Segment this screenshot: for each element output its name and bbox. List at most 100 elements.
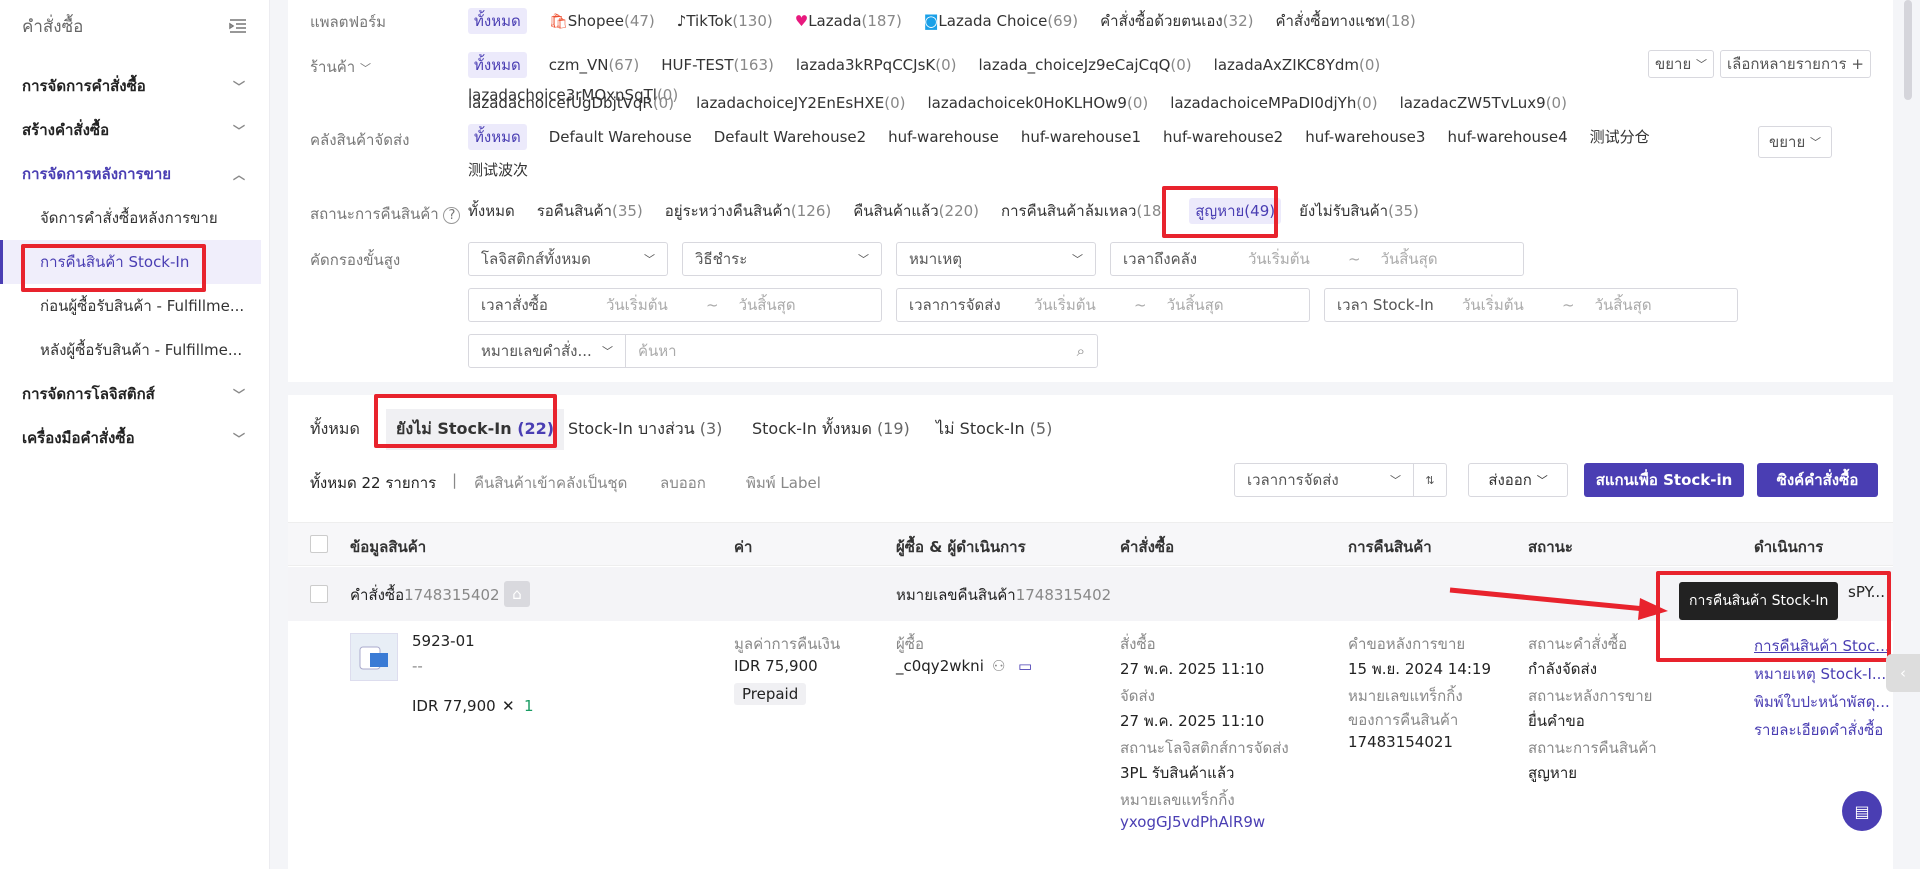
shop-option[interactable]: lazada3kRPqCCJsK(0) [796, 50, 957, 80]
shop-option[interactable]: lazada_choiceJz9eCajCqQ(0) [978, 50, 1191, 80]
chevron-down-icon: ﹀ [858, 253, 869, 266]
print-label-action[interactable]: พิมพ์ใบปะหน้าพัสดุ... [1754, 690, 1890, 714]
stockin-note-action[interactable]: หมายเหตุ Stock-I... [1754, 662, 1886, 686]
chat-support-icon[interactable]: ▤ [1842, 791, 1882, 831]
print-label-button[interactable]: พิมพ์ Label [746, 471, 821, 495]
chevron-down-icon: ﹀ [644, 253, 655, 266]
chat-icon[interactable]: ▭ [1018, 657, 1032, 675]
shop-option[interactable]: lazadachoiceMPaDI0djYh(0) [1170, 88, 1377, 118]
platform-option-shopee[interactable]: 🛍Shopee(47) [549, 6, 655, 36]
toolbar-divider: | [452, 471, 458, 489]
page-scrollbar[interactable] [1904, 0, 1912, 100]
shop-option[interactable]: czm_VN(67) [549, 50, 640, 80]
platform-option-lazada[interactable]: ♥Lazada(187) [795, 6, 902, 36]
arrival-date-range[interactable]: เวลาถึงคลัง วันเริ่มต้น ~ วันสิ้นสุด [1110, 242, 1524, 276]
row-checkbox[interactable] [310, 585, 328, 603]
warehouse-option[interactable]: Default Warehouse2 [714, 122, 866, 152]
reason-select[interactable]: หมาเหตุ ﹀ [896, 242, 1096, 276]
shop-label[interactable]: ร้านค้า ﹀ [310, 55, 371, 79]
warehouse-option-all[interactable]: ทั้งหมด [468, 124, 527, 150]
warehouse-expand-button[interactable]: ขยาย ﹀ [1758, 126, 1833, 158]
product-image [359, 646, 388, 670]
platform-option-chat[interactable]: คำสั่งซื้อทางแชท(18) [1275, 6, 1415, 36]
shop-option[interactable]: lazadacZW5TvLux9(0) [1400, 88, 1567, 118]
warehouse-option[interactable]: Default Warehouse [549, 122, 692, 152]
sidebar: คำสั่งซื้อ การจัดการคำสั่งซื้อ ﹀ สร้างคำส… [0, 0, 270, 869]
bundle-stockin-button[interactable]: คืนสินค้าเข้าคลังเป็นชุด [474, 471, 627, 495]
sidebar-group-order-tools[interactable]: เครื่องมือคำสั่งซื้อ ﹀ [0, 416, 269, 460]
platform-option-tiktok[interactable]: ♪TikTok(130) [677, 6, 773, 36]
sidebar-group-logistics[interactable]: การจัดการโลจิสติกส์ ﹀ [0, 372, 269, 416]
shop-options-row2: lazadachoicefUgDbjtVqR(0) lazadachoiceJY… [468, 88, 1589, 118]
platform-option-lazada-choice[interactable]: ◙Lazada Choice(69) [924, 6, 1078, 36]
shop-option[interactable]: HUF-TEST(163) [661, 50, 774, 80]
shop-option[interactable]: lazadachoiceJY2EnEsHXE(0) [696, 88, 905, 118]
export-button[interactable]: ส่งออก ﹀ [1468, 463, 1568, 497]
tiktok-icon: ♪ [676, 12, 687, 30]
return-status-in-progress[interactable]: อยู่ระหว่างคืนสินค้า(126) [665, 196, 831, 226]
order-date-range[interactable]: เวลาสั่งซื้อ วันเริ่มต้น ~ วันสิ้นสุด [468, 288, 882, 322]
warehouse-option[interactable]: huf-warehouse2 [1163, 122, 1283, 152]
return-status-not-received[interactable]: ยังไม่รับสินค้า(35) [1299, 196, 1419, 226]
platform-option-all[interactable]: ทั้งหมด [468, 8, 527, 34]
warehouse-options-row2: 测试波次 [468, 155, 550, 185]
column-header: การคืนสินค้า [1348, 538, 1432, 556]
shop-option[interactable]: lazadachoicefUgDbjtVqR(0) [468, 88, 674, 118]
shipping-date-range[interactable]: เวลาการจัดส่ง วันเริ่มต้น ~ วันสิ้นสุด [896, 288, 1310, 322]
ordered-time: 27 พ.ค. 2025 11:10 [1120, 660, 1265, 678]
buyer-profile-icon[interactable]: ⚇ [992, 657, 1005, 675]
sort-select[interactable]: เวลาการจัดส่ง ﹀ [1234, 463, 1414, 497]
collapse-menu-icon[interactable] [229, 18, 247, 34]
warehouse-option[interactable]: 测试波次 [468, 155, 528, 185]
delete-button[interactable]: ลบออก [660, 471, 706, 495]
search-icon[interactable]: ⌕ [1077, 342, 1085, 360]
search-type-select[interactable]: หมายเลขคำสั่ง... ﹀ [468, 334, 626, 368]
multi-select-button[interactable]: เลือกหลายรายการ + [1720, 50, 1871, 78]
warehouse-option[interactable]: huf-warehouse [888, 122, 999, 152]
tab-no-stock-in[interactable]: ไม่ Stock-In (5) [936, 417, 1052, 442]
shipped-label: จัดส่ง [1120, 687, 1156, 705]
tab-partial-stock-in[interactable]: Stock-In บางส่วน (3) [568, 417, 722, 442]
payment-select[interactable]: วิธีชำระ ﹀ [682, 242, 882, 276]
order-details-action[interactable]: รายละเอียดคำสั่งซื้อ [1754, 718, 1883, 742]
sidebar-header: คำสั่งซื้อ [0, 0, 269, 52]
shopee-icon: 🛍 [548, 12, 568, 30]
sidebar-group-after-sales[interactable]: การจัดการหลังการขาย ︿ [0, 152, 269, 196]
tab-all[interactable]: ทั้งหมด [310, 417, 360, 442]
sidebar-item-after-receipt[interactable]: หลังผู้ซื้อรับสินค้า - Fulfillme... [0, 328, 269, 372]
return-status-returned[interactable]: คืนสินค้าแล้ว(220) [853, 196, 979, 226]
shop-option-all[interactable]: ทั้งหมด [468, 52, 527, 78]
chevron-down-icon: ﹀ [602, 345, 613, 358]
warehouse-option[interactable]: huf-warehouse4 [1447, 122, 1567, 152]
warehouse-option[interactable]: huf-warehouse3 [1305, 122, 1425, 152]
scan-stockin-button[interactable]: สแกนเพื่อ Stock-in [1584, 463, 1744, 497]
stockin-date-range[interactable]: เวลา Stock-In วันเริ่มต้น ~ วันสิ้นสุด [1324, 288, 1738, 322]
sort-order-icon[interactable]: ⇅ [1413, 463, 1447, 497]
filter-panel: แพลตฟอร์ม ทั้งหมด 🛍Shopee(47) ♪TikTok(13… [288, 0, 1893, 382]
shop-option[interactable]: lazadaAxZIKC8Ydm(0) [1214, 50, 1381, 80]
warehouse-option[interactable]: huf-warehouse1 [1021, 122, 1141, 152]
logistics-select[interactable]: โลจิสติกส์ทั้งหมด ﹀ [468, 242, 668, 276]
shop-option[interactable]: lazadachoicek0HoKLHOw9(0) [927, 88, 1148, 118]
chevron-down-icon: ﹀ [232, 79, 245, 94]
return-status-all[interactable]: ทั้งหมด [468, 196, 515, 226]
tracking-number-link[interactable]: yxogGJ5vdPhAlR9w [1120, 813, 1265, 831]
after-sales-status: ยื่นคำขอ [1528, 712, 1585, 730]
sync-orders-button[interactable]: ซิงค์คำสั่งซื้อ [1757, 463, 1878, 497]
return-status-label: สถานะการคืนสินค้า ? [310, 202, 461, 226]
search-input[interactable]: ค้นหา ⌕ [625, 334, 1098, 368]
sidebar-group-create-order[interactable]: สร้างคำสั่งซื้อ ﹀ [0, 108, 269, 152]
collapse-side-panel-icon[interactable]: ‹ [1886, 654, 1920, 692]
chevron-down-icon: ﹀ [232, 431, 245, 446]
platform-option-manual[interactable]: คำสั่งซื้อด้วยตนเอง(32) [1100, 6, 1253, 36]
sidebar-item-after-sales-orders[interactable]: จัดการคำสั่งซื้อหลังการขาย [0, 196, 269, 240]
return-status-failed[interactable]: การคืนสินค้าล้มเหลว(18) [1001, 196, 1167, 226]
shop-expand-button[interactable]: ขยาย ﹀ [1648, 50, 1715, 78]
return-status-waiting[interactable]: รอคืนสินค้า(35) [537, 196, 643, 226]
warehouse-option[interactable]: 测试分仓 [1590, 122, 1650, 152]
tab-full-stock-in[interactable]: Stock-In ทั้งหมด (19) [752, 417, 910, 442]
select-all-checkbox[interactable] [310, 535, 328, 553]
help-icon[interactable]: ? [443, 207, 461, 224]
chevron-down-icon: ﹀ [1390, 474, 1401, 487]
sidebar-group-order-mgmt[interactable]: การจัดการคำสั่งซื้อ ﹀ [0, 64, 269, 108]
